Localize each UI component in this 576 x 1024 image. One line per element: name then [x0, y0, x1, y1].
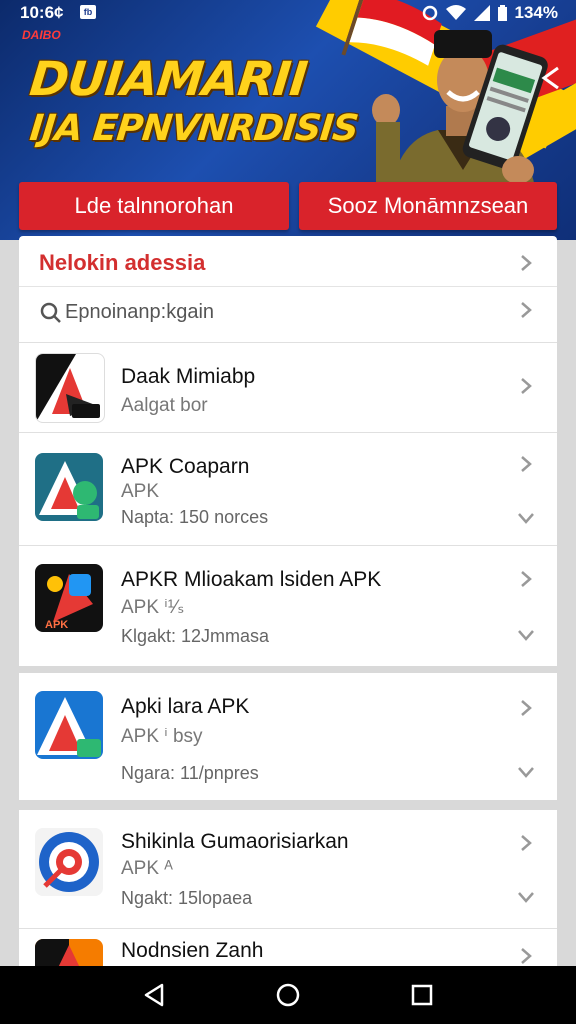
- app-name: Shikinla Gumaorisiarkan: [121, 830, 349, 853]
- chevron-down-icon[interactable]: [515, 507, 537, 529]
- app-subtitle: Aalgat bor: [121, 395, 208, 416]
- app-name: APK Coaparn: [121, 455, 250, 478]
- wifi-icon: [445, 5, 466, 20]
- section-header-card: Nelokin adessia Epnoinanp:kgain: [19, 236, 557, 342]
- app-target-icon: [35, 828, 103, 896]
- chevron-right-icon[interactable]: [515, 375, 537, 397]
- status-bar: 10:6¢ fb 134%: [0, 0, 576, 26]
- app-a-black-icon: [35, 353, 105, 423]
- section-title[interactable]: Nelokin adessia: [39, 250, 205, 276]
- chevron-right-icon[interactable]: [515, 252, 537, 274]
- app-name: APKR Mlioakam lsiden APK: [121, 568, 382, 591]
- banner-back-icon[interactable]: [536, 64, 566, 94]
- recents-icon[interactable]: [410, 983, 434, 1007]
- banner-subheadline: IJA EPNVNRDISIS: [27, 108, 360, 149]
- app-name: Nodnsien Zanh: [121, 939, 264, 962]
- chevron-down-icon[interactable]: [515, 624, 537, 646]
- list-item[interactable]: APK APKR Mlioakam lsiden APK APK ⁱ¹⁄ₛ Kl…: [19, 545, 557, 666]
- chevron-right-icon[interactable]: [515, 568, 537, 590]
- chevron-right-icon[interactable]: [515, 299, 537, 321]
- status-time: 10:6¢: [20, 3, 64, 22]
- app-subtitle: APK: [121, 481, 160, 502]
- list-item[interactable]: Daak Mimiabp Aalgat bor: [19, 342, 557, 433]
- list-item[interactable]: Apki lara APK APK ⁱ bsy Ngara: 11/pnpres: [19, 673, 557, 800]
- app-orange-icon: [35, 939, 103, 967]
- battery-percent: 134%: [514, 3, 558, 22]
- list-item[interactable]: Nodnsien Zanh: [19, 928, 557, 967]
- status-icons: 134%: [422, 3, 558, 23]
- banner-headline: DUIAMARII: [27, 52, 310, 107]
- data-saver-icon: [422, 5, 437, 21]
- app-meta: Ngakt: 15lopaea: [121, 888, 253, 908]
- app-meta: Napta: 150 norces: [121, 507, 269, 527]
- app-fire-icon: APK: [35, 564, 103, 632]
- svg-text:APK: APK: [45, 619, 68, 631]
- search-input[interactable]: Epnoinanp:kgain: [65, 301, 214, 324]
- home-icon[interactable]: [276, 983, 300, 1007]
- list-item[interactable]: Shikinla Gumaorisiarkan APK ᴬ Ngakt: 15l…: [19, 810, 557, 928]
- chevron-right-icon[interactable]: [515, 832, 537, 854]
- promoter-illustration: [372, 30, 548, 210]
- signal-icon: [473, 5, 490, 21]
- chevron-down-icon[interactable]: [515, 886, 537, 908]
- tab-button-left[interactable]: Lde talnnorohan: [19, 182, 289, 230]
- app-meta: Ngara: 11/pnpres: [121, 763, 259, 783]
- app-meta: Klgakt: 12Jmmasa: [121, 626, 270, 646]
- back-icon[interactable]: [142, 983, 166, 1007]
- app-a-blue-icon: [35, 691, 103, 759]
- app-name: Apki lara APK: [121, 695, 250, 718]
- app-a-teal-icon: [35, 453, 103, 521]
- banner-tag: DAIBO: [22, 28, 61, 42]
- app-subtitle: APK ⁱ¹⁄ₛ: [121, 597, 185, 618]
- app-name: Daak Mimiabp: [121, 365, 256, 388]
- notification-badge: fb: [80, 5, 96, 19]
- list-item[interactable]: APK Coaparn APK Napta: 150 norces: [19, 432, 557, 546]
- app-subtitle: APK ⁱ bsy: [121, 726, 203, 747]
- search-icon: [40, 302, 61, 323]
- app-subtitle: APK ᴬ: [121, 858, 173, 879]
- battery-icon: [497, 5, 507, 21]
- chevron-right-icon[interactable]: [515, 697, 537, 719]
- chevron-right-icon[interactable]: [515, 945, 537, 967]
- chevron-down-icon[interactable]: [515, 761, 537, 783]
- system-nav-bar: [0, 966, 576, 1024]
- search-row[interactable]: Epnoinanp:kgain: [19, 286, 557, 343]
- chevron-right-icon[interactable]: [515, 453, 537, 475]
- tab-button-right[interactable]: Sooz Monāmnzsean: [299, 182, 557, 230]
